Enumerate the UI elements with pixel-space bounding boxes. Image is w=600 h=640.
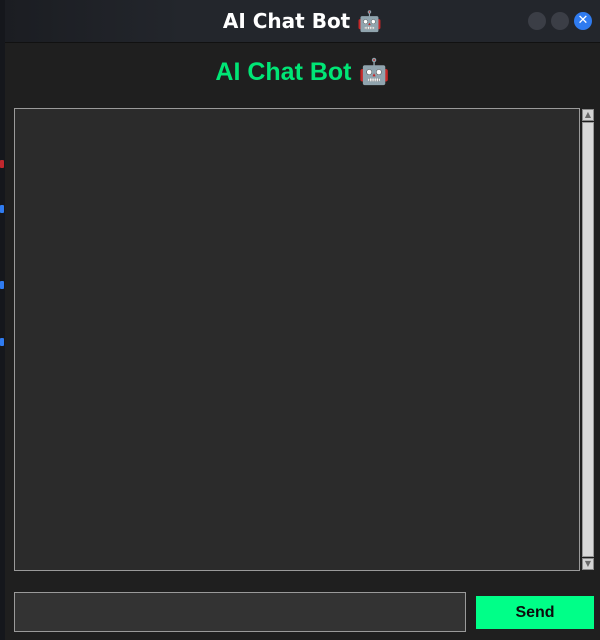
close-icon: ✕ [577, 13, 589, 28]
window-title: AI Chat Bot 🤖 [222, 9, 383, 33]
desktop-marker [0, 338, 4, 346]
close-button[interactable]: ✕ [574, 12, 592, 30]
chat-scrollbar[interactable]: ▲ ▼ [581, 108, 595, 571]
desktop-marker [0, 160, 4, 168]
scroll-down-arrow-icon[interactable]: ▼ [582, 558, 594, 570]
title-bar[interactable]: AI Chat Bot 🤖 ✕ [5, 0, 600, 43]
maximize-button[interactable] [551, 12, 569, 30]
page-title: AI Chat Bot 🤖 [215, 58, 390, 86]
minimize-button[interactable] [528, 12, 546, 30]
app-window: AI Chat Bot 🤖 ✕ AI Chat Bot 🤖 ▲ ▼ Send [5, 0, 600, 640]
message-input[interactable] [14, 592, 466, 632]
chat-history[interactable] [14, 108, 580, 571]
desktop-marker [0, 281, 4, 289]
scroll-up-arrow-icon[interactable]: ▲ [582, 109, 594, 121]
send-button[interactable]: Send [476, 596, 594, 629]
scroll-thumb[interactable] [582, 122, 594, 557]
desktop-marker [0, 205, 4, 213]
